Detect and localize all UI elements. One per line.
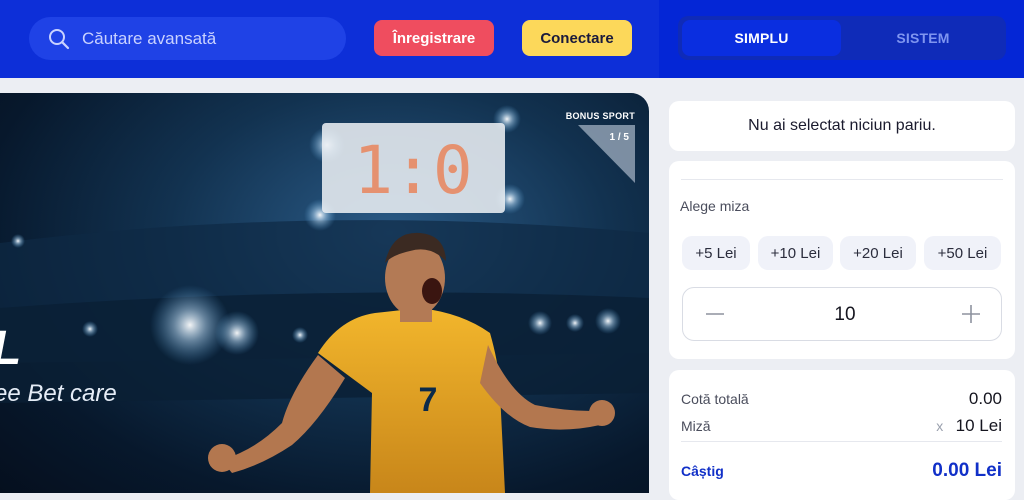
betslip-tabs: SIMPLU SISTEM [678, 16, 1006, 60]
stake-multiplier: x [936, 418, 944, 434]
login-button[interactable]: Conectare [522, 20, 632, 56]
register-button[interactable]: Înregistrare [374, 20, 494, 56]
stake-label: Alege miza [680, 198, 750, 214]
empty-betslip-message: Nu ai selectat niciun pariu. [748, 117, 936, 134]
stake-panel: Alege miza +5 Lei +10 Lei +20 Lei +50 Le… [669, 161, 1015, 359]
betslip-totals: Cotă totală 0.00 Miză x 10 Lei Câștig 0.… [669, 370, 1015, 500]
win-row: Câștig 0.00 Lei [681, 460, 1002, 482]
bonus-badge: BONUS SPORT [565, 111, 635, 121]
quick-stake-50[interactable]: +50 Lei [924, 236, 1001, 270]
banner-subline: ee Bet care [0, 380, 117, 407]
decrease-stake-button[interactable] [689, 288, 741, 340]
win-label: Câștig [681, 463, 724, 479]
stake-row: Miză x 10 Lei [681, 416, 1002, 436]
divider [681, 441, 1002, 442]
plus-icon [962, 305, 980, 323]
quick-stake-10[interactable]: +10 Lei [758, 236, 833, 270]
betslip-header: SIMPLU SISTEM [659, 0, 1024, 78]
total-odds-label: Cotă totală [681, 391, 749, 407]
stake-stepper [682, 287, 1002, 341]
total-odds-value: 0.00 [968, 389, 1002, 408]
promo-banner[interactable]: 1:0 7 BONUS SPORT 1 / 5 L ee Bet care [0, 93, 649, 493]
stake-input[interactable] [763, 301, 927, 329]
slide-counter: 1 / 5 [609, 132, 629, 143]
divider [681, 179, 1003, 180]
search-icon [49, 28, 70, 49]
banner-headline: L [0, 321, 21, 376]
quick-stake-20[interactable]: +20 Lei [840, 236, 916, 270]
scoreboard-text: 1:0 [353, 132, 472, 209]
tab-simplu[interactable]: SIMPLU [682, 20, 841, 56]
jersey-number: 7 [419, 381, 438, 419]
search-box[interactable] [29, 17, 346, 60]
stake-row-label: Miză [681, 418, 711, 434]
minus-icon [706, 313, 724, 315]
win-value: 0.00 Lei [932, 460, 1002, 481]
total-odds-row: Cotă totală 0.00 [681, 389, 1002, 409]
betslip-empty-state: Nu ai selectat niciun pariu. [669, 101, 1015, 151]
quick-stake-5[interactable]: +5 Lei [682, 236, 750, 270]
search-input[interactable] [80, 27, 324, 50]
increase-stake-button[interactable] [945, 288, 997, 340]
banner-illustration: 1:0 7 [0, 105, 649, 493]
tab-sistem[interactable]: SISTEM [844, 20, 1002, 56]
stake-row-value: 10 Lei [955, 416, 1002, 435]
top-navigation-bar: Înregistrare Conectare [0, 0, 659, 78]
